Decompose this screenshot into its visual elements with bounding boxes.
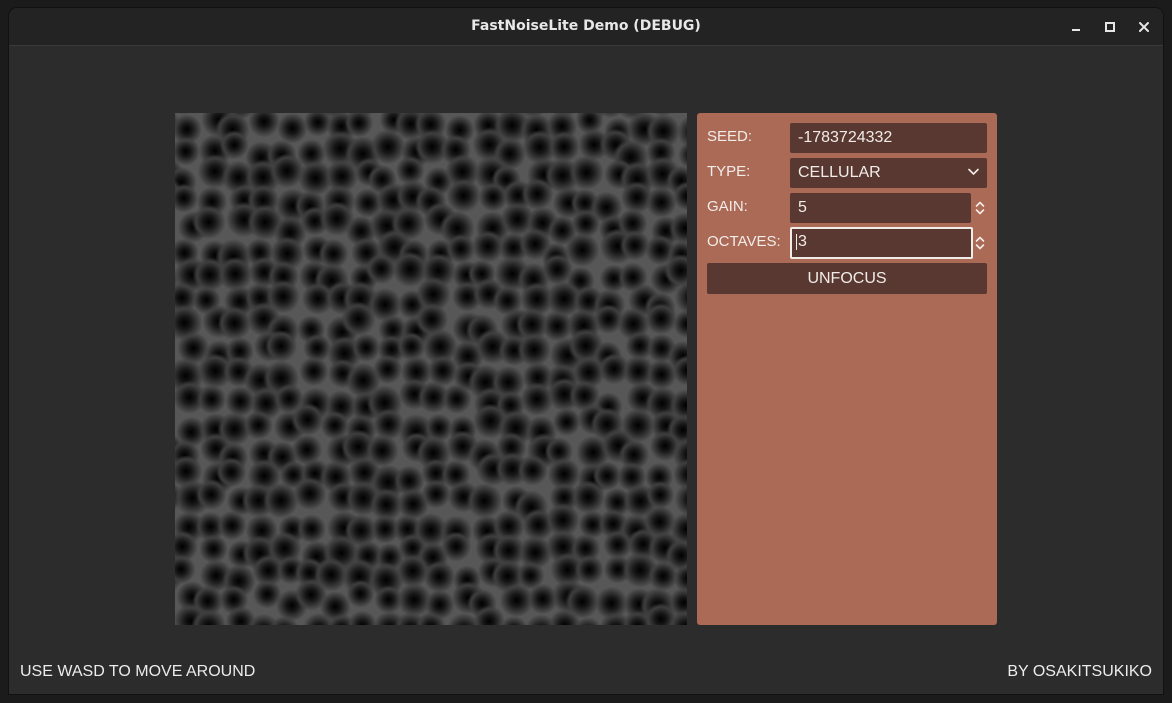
spinner-arrows-icon: [975, 201, 985, 215]
maximize-icon: [1105, 22, 1115, 32]
window-title: FastNoiseLite Demo (DEBUG): [471, 18, 701, 34]
gain-value: 5: [798, 199, 807, 216]
chevron-down-icon: [968, 168, 979, 175]
maximize-button[interactable]: [1099, 16, 1121, 38]
close-button[interactable]: [1133, 16, 1155, 38]
seed-label: SEED:: [707, 128, 753, 145]
gain-input[interactable]: 5: [790, 193, 971, 223]
type-dropdown[interactable]: CELLULAR: [790, 158, 987, 188]
type-value: CELLULAR: [798, 164, 881, 181]
text-caret: [796, 233, 797, 250]
octaves-label: OCTAVES:: [707, 233, 781, 250]
type-label: TYPE:: [707, 163, 751, 180]
octaves-input[interactable]: 3: [790, 227, 973, 259]
octaves-spinner[interactable]: [973, 233, 987, 253]
gain-label: GAIN:: [707, 198, 748, 215]
close-icon: [1139, 22, 1149, 32]
octaves-value: 3: [798, 233, 807, 250]
unfocus-button[interactable]: UNFOCUS: [707, 263, 987, 294]
spinner-arrows-icon: [975, 236, 985, 250]
noise-preview[interactable]: [175, 113, 687, 625]
controls-hint: USE WASD TO MOVE AROUND: [20, 663, 256, 680]
seed-input[interactable]: -1783724332: [790, 123, 987, 153]
minimize-icon: [1072, 29, 1080, 31]
title-bar[interactable]: FastNoiseLite Demo (DEBUG): [9, 8, 1163, 46]
author-credit: BY OSAKITSUKIKO: [1007, 663, 1152, 680]
noise-texture: [175, 113, 687, 625]
gain-spinner[interactable]: [973, 198, 987, 218]
app-window: FastNoiseLite Demo (DEBUG) SEED: -178372…: [9, 8, 1163, 694]
seed-value: -1783724332: [798, 129, 893, 146]
settings-panel: SEED: -1783724332 TYPE: CELLULAR GAIN: 5…: [697, 113, 997, 625]
minimize-button[interactable]: [1065, 16, 1087, 38]
